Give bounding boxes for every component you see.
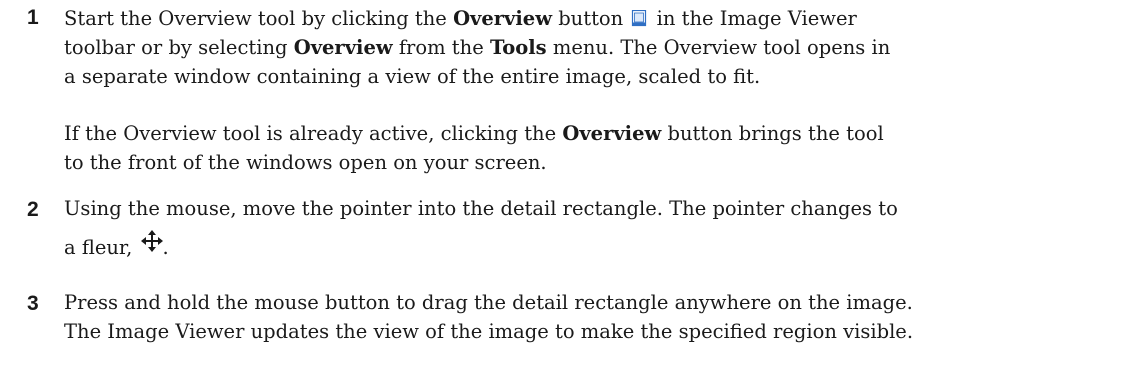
step-number: 2 [27, 198, 39, 221]
text-line: a separate window containing a view of t… [64, 65, 761, 88]
text-line: a fleur, . [64, 230, 1116, 262]
step-number: 1 [27, 6, 39, 29]
fleur-icon [140, 230, 163, 252]
step-2-paragraph: Using the mouse, move the pointer into t… [64, 194, 1116, 262]
step-1-paragraph-1: Start the Overview tool by clicking the … [64, 4, 1116, 91]
text-line: Press and hold the mouse button to drag … [64, 291, 913, 314]
text-line: If the Overview tool is already active, … [64, 122, 884, 145]
step-3-paragraph: Press and hold the mouse button to drag … [64, 288, 1116, 346]
text-line: Using the mouse, move the pointer into t… [64, 197, 898, 220]
text-line: The Image Viewer updates the view of the… [64, 320, 914, 343]
text-line: Start the Overview tool by clicking the … [64, 7, 857, 30]
step-number: 3 [27, 292, 39, 315]
text-line: to the front of the windows open on your… [64, 151, 547, 174]
overview-button-icon [632, 10, 647, 27]
step-1-paragraph-2: If the Overview tool is already active, … [64, 119, 1116, 177]
text-line: toolbar or by selecting Overview from th… [64, 36, 891, 59]
